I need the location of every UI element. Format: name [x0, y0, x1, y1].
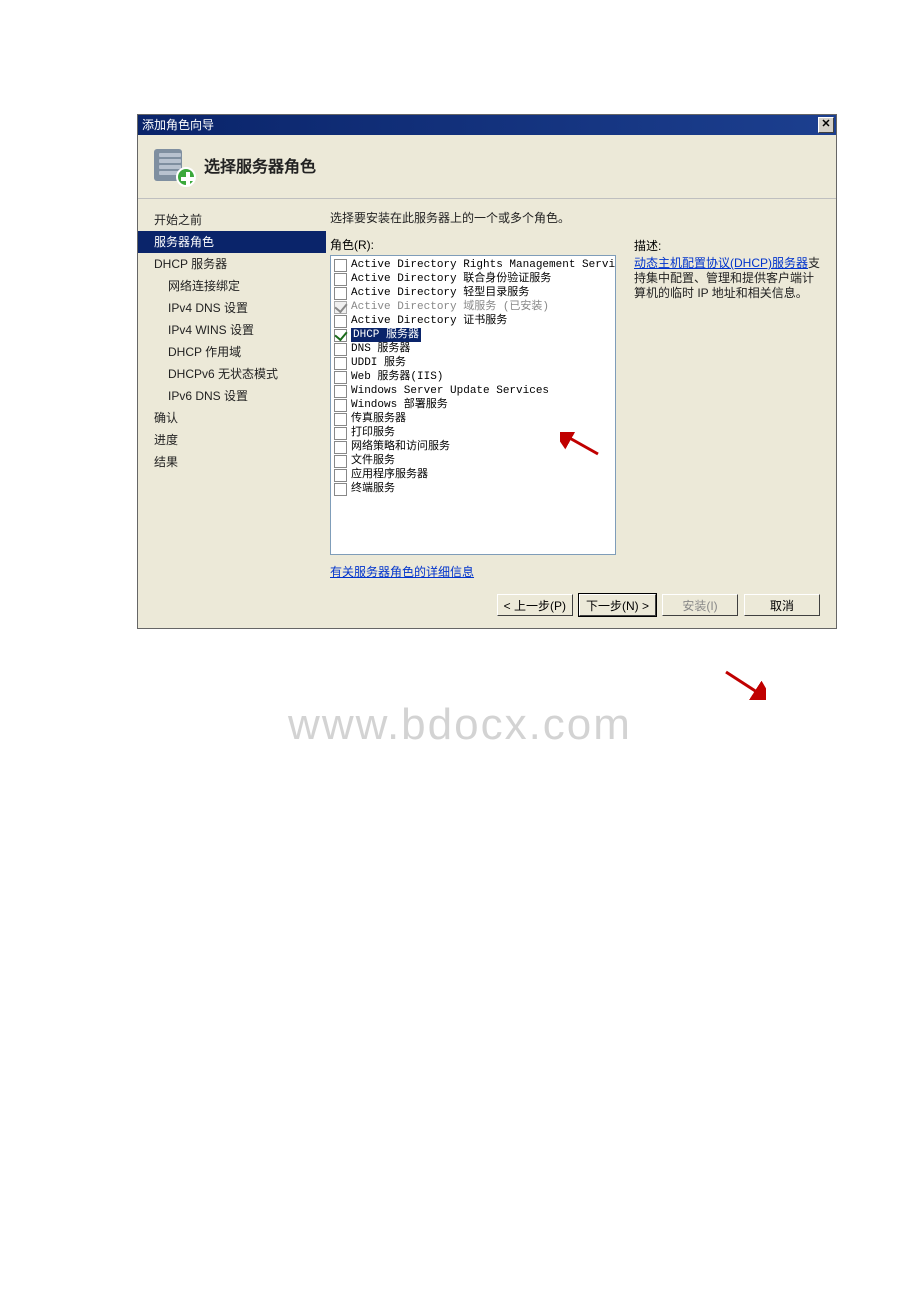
description-link[interactable]: 动态主机配置协议(DHCP)服务器 [634, 256, 808, 270]
role-row[interactable]: Active Directory 轻型目录服务 [332, 286, 614, 300]
role-row[interactable]: Windows 部署服务 [332, 398, 614, 412]
back-button[interactable]: < 上一步(P) [497, 594, 573, 616]
role-checkbox[interactable] [334, 259, 347, 272]
role-checkbox[interactable] [334, 399, 347, 412]
role-row[interactable]: Active Directory 证书服务 [332, 314, 614, 328]
sidebar-item[interactable]: DHCP 作用域 [138, 341, 326, 363]
role-checkbox [334, 301, 347, 314]
role-row[interactable]: DNS 服务器 [332, 342, 614, 356]
role-label: Active Directory 证书服务 [351, 314, 507, 328]
role-checkbox[interactable] [334, 357, 347, 370]
annotation-arrow-icon [722, 670, 766, 700]
close-button[interactable]: ✕ [818, 117, 834, 133]
description-text: 动态主机配置协议(DHCP)服务器支持集中配置、管理和提供客户端计算机的临时 I… [634, 256, 824, 301]
role-label: DNS 服务器 [351, 342, 410, 356]
roles-listbox[interactable]: Active Directory Rights Management Servi… [330, 255, 616, 555]
more-info-link[interactable]: 有关服务器角色的详细信息 [330, 563, 474, 580]
sidebar-item[interactable]: 开始之前 [138, 209, 326, 231]
sidebar-item[interactable]: IPv6 DNS 设置 [138, 385, 326, 407]
content-area: 选择要安装在此服务器上的一个或多个角色。 角色(R): Active Direc… [326, 199, 836, 586]
role-row[interactable]: DHCP 服务器 [332, 328, 614, 342]
titlebar[interactable]: 添加角色向导 ✕ [138, 115, 836, 135]
role-checkbox[interactable] [334, 469, 347, 482]
role-label: Active Directory 联合身份验证服务 [351, 272, 551, 286]
role-row[interactable]: 打印服务 [332, 426, 614, 440]
sidebar-item[interactable]: 进度 [138, 429, 326, 451]
role-label: 打印服务 [351, 426, 395, 440]
install-button[interactable]: 安装(I) [662, 594, 738, 616]
titlebar-text: 添加角色向导 [142, 118, 214, 132]
role-label: DHCP 服务器 [351, 328, 421, 342]
role-label: 传真服务器 [351, 412, 406, 426]
role-row[interactable]: Active Directory 联合身份验证服务 [332, 272, 614, 286]
role-label: 应用程序服务器 [351, 468, 428, 482]
role-label: Windows Server Update Services [351, 384, 549, 398]
role-row[interactable]: Active Directory Rights Management Servi… [332, 258, 614, 272]
role-label: Active Directory 轻型目录服务 [351, 286, 529, 300]
server-add-icon [152, 145, 192, 185]
next-button[interactable]: 下一步(N) > [579, 594, 656, 616]
sidebar-item[interactable]: IPv4 WINS 设置 [138, 319, 326, 341]
role-row[interactable]: 终端服务 [332, 482, 614, 496]
cancel-button[interactable]: 取消 [744, 594, 820, 616]
role-row[interactable]: Windows Server Update Services [332, 384, 614, 398]
header: 选择服务器角色 [138, 135, 836, 199]
role-checkbox[interactable] [334, 329, 347, 342]
sidebar-item[interactable]: 结果 [138, 451, 326, 473]
role-checkbox[interactable] [334, 273, 347, 286]
instruction-text: 选择要安装在此服务器上的一个或多个角色。 [330, 209, 624, 226]
role-label: Active Directory Rights Management Servi… [351, 258, 616, 272]
role-checkbox[interactable] [334, 455, 347, 468]
sidebar-item[interactable]: 服务器角色 [138, 231, 326, 253]
sidebar-item[interactable]: DHCP 服务器 [138, 253, 326, 275]
role-label: 文件服务 [351, 454, 395, 468]
role-row[interactable]: 传真服务器 [332, 412, 614, 426]
sidebar-item[interactable]: DHCPv6 无状态模式 [138, 363, 326, 385]
sidebar-item[interactable]: 网络连接绑定 [138, 275, 326, 297]
role-checkbox[interactable] [334, 441, 347, 454]
add-roles-wizard-dialog: 添加角色向导 ✕ 选择服务器角色 开始之前服务器角色DHCP 服务器网络连接绑定… [137, 114, 837, 629]
role-label: Web 服务器(IIS) [351, 370, 443, 384]
watermark-text: www.bdocx.com [0, 700, 920, 750]
page-title: 选择服务器角色 [204, 153, 316, 177]
role-label: 网络策略和访问服务 [351, 440, 450, 454]
role-checkbox[interactable] [334, 483, 347, 496]
role-row[interactable]: 网络策略和访问服务 [332, 440, 614, 454]
role-checkbox[interactable] [334, 343, 347, 356]
role-row[interactable]: 应用程序服务器 [332, 468, 614, 482]
role-checkbox[interactable] [334, 413, 347, 426]
role-checkbox[interactable] [334, 385, 347, 398]
wizard-sidebar: 开始之前服务器角色DHCP 服务器网络连接绑定IPv4 DNS 设置IPv4 W… [138, 199, 326, 586]
roles-label: 角色(R): [330, 236, 624, 253]
role-label: 终端服务 [351, 482, 395, 496]
description-label: 描述: [634, 237, 824, 254]
role-checkbox[interactable] [334, 315, 347, 328]
role-row[interactable]: Active Directory 域服务 (已安装) [332, 300, 614, 314]
role-checkbox[interactable] [334, 287, 347, 300]
sidebar-item[interactable]: 确认 [138, 407, 326, 429]
role-label: Active Directory 域服务 (已安装) [351, 300, 549, 314]
role-label: Windows 部署服务 [351, 398, 448, 412]
role-checkbox[interactable] [334, 427, 347, 440]
role-row[interactable]: 文件服务 [332, 454, 614, 468]
role-label: UDDI 服务 [351, 356, 406, 370]
sidebar-item[interactable]: IPv4 DNS 设置 [138, 297, 326, 319]
role-checkbox[interactable] [334, 371, 347, 384]
button-bar: < 上一步(P) 下一步(N) > 安装(I) 取消 [138, 586, 836, 628]
role-row[interactable]: UDDI 服务 [332, 356, 614, 370]
role-row[interactable]: Web 服务器(IIS) [332, 370, 614, 384]
